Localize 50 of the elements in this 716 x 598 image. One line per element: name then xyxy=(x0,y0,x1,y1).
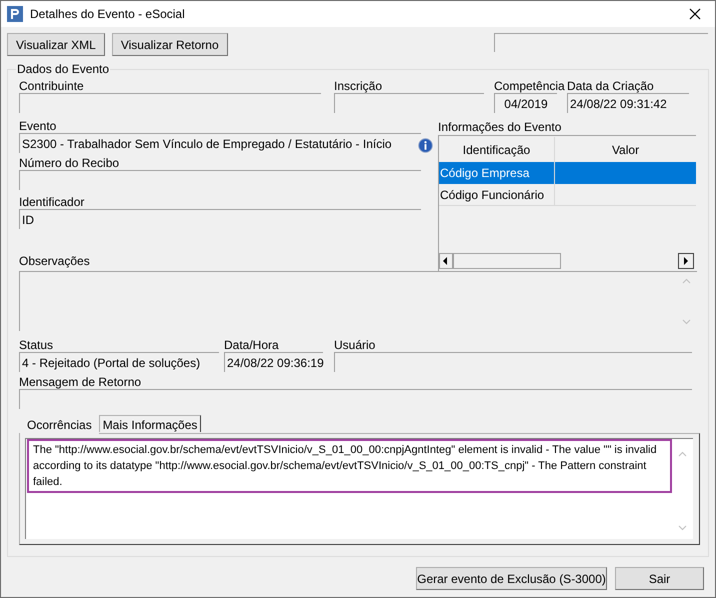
input-field[interactable]: 24/08/22 09:36:19 xyxy=(224,352,323,372)
input-field[interactable]: 24/08/22 09:31:42 xyxy=(567,93,689,113)
app-logo-icon xyxy=(7,6,23,22)
input-field[interactable] xyxy=(334,352,692,372)
field-label: Mensagem de Retorno xyxy=(19,376,142,389)
footer-button[interactable]: Gerar evento de Exclusão (S-3000) xyxy=(416,567,607,590)
scroll-left-icon[interactable] xyxy=(439,252,453,268)
footer-button[interactable]: Sair xyxy=(615,567,704,590)
table-row[interactable]: Código Empresa xyxy=(439,162,696,184)
scroll-right-icon[interactable] xyxy=(678,252,694,268)
occurrence-message[interactable]: The "http://www.esocial.gov.br/schema/evt/evtTSVInicio/v_S_01_00_00:cnpjAgntInteg" element is invalid - The value "" is invalid according to its datatype "http://www.esocial.gov.br/schema/evt/evtTSVInicio/v_S_01_00_00:TS_cnpj" - The Pattern constraint failed. xyxy=(27,439,672,493)
scroll-up-icon[interactable] xyxy=(682,278,691,284)
input-field[interactable] xyxy=(19,170,421,190)
table-row[interactable]: Código Funcionário xyxy=(439,184,696,206)
tab[interactable]: Mais Informações xyxy=(98,415,202,432)
column-header[interactable]: Valor xyxy=(555,137,696,162)
scroll-up-icon[interactable] xyxy=(678,451,687,457)
input-field[interactable] xyxy=(19,93,321,113)
input-field[interactable]: 4 - Rejeitado (Portal de soluções) xyxy=(19,352,219,372)
scroll-down-icon[interactable] xyxy=(678,525,687,531)
return-message-field[interactable] xyxy=(19,389,692,409)
field-label: Status xyxy=(19,339,54,352)
horizontal-scrollbar[interactable] xyxy=(439,252,694,269)
field-label: Data da Criação xyxy=(567,80,655,93)
field-label: Contribuinte xyxy=(19,80,85,93)
field-label: Data/Hora xyxy=(224,339,280,352)
scrollbar-thumb[interactable] xyxy=(453,252,561,268)
info-icon[interactable] xyxy=(418,138,433,153)
close-icon[interactable] xyxy=(689,8,701,20)
table-cell: Código Funcionário xyxy=(439,184,555,205)
field-label: Identificador xyxy=(19,196,86,209)
field-label: Evento xyxy=(19,120,58,133)
field-label: Inscrição xyxy=(334,80,384,93)
observations-field[interactable] xyxy=(19,271,697,331)
field-label: Informações do Evento xyxy=(438,120,562,135)
group-title: Dados do Evento xyxy=(16,62,110,76)
input-field[interactable]: ID xyxy=(19,209,421,229)
toolbar-button[interactable]: Visualizar XML xyxy=(7,33,105,56)
field-label: Observações xyxy=(19,255,91,268)
field-label: Número do Recibo xyxy=(19,157,120,170)
scroll-down-icon[interactable] xyxy=(682,319,691,325)
table-cell: Código Empresa xyxy=(439,162,555,184)
input-field[interactable]: S2300 - Trabalhador Sem Vínculo de Empregado / Estatutário - Início xyxy=(19,133,421,153)
field-label: Usuário xyxy=(334,339,376,352)
input-field[interactable] xyxy=(334,93,484,113)
input-field[interactable]: 04/2019 xyxy=(494,93,557,113)
toolbar-button[interactable]: Visualizar Retorno xyxy=(112,33,228,56)
window-title: Detalhes do Evento - eSocial xyxy=(30,6,185,23)
input-field[interactable] xyxy=(494,33,708,52)
field-label: Competência xyxy=(494,80,564,93)
